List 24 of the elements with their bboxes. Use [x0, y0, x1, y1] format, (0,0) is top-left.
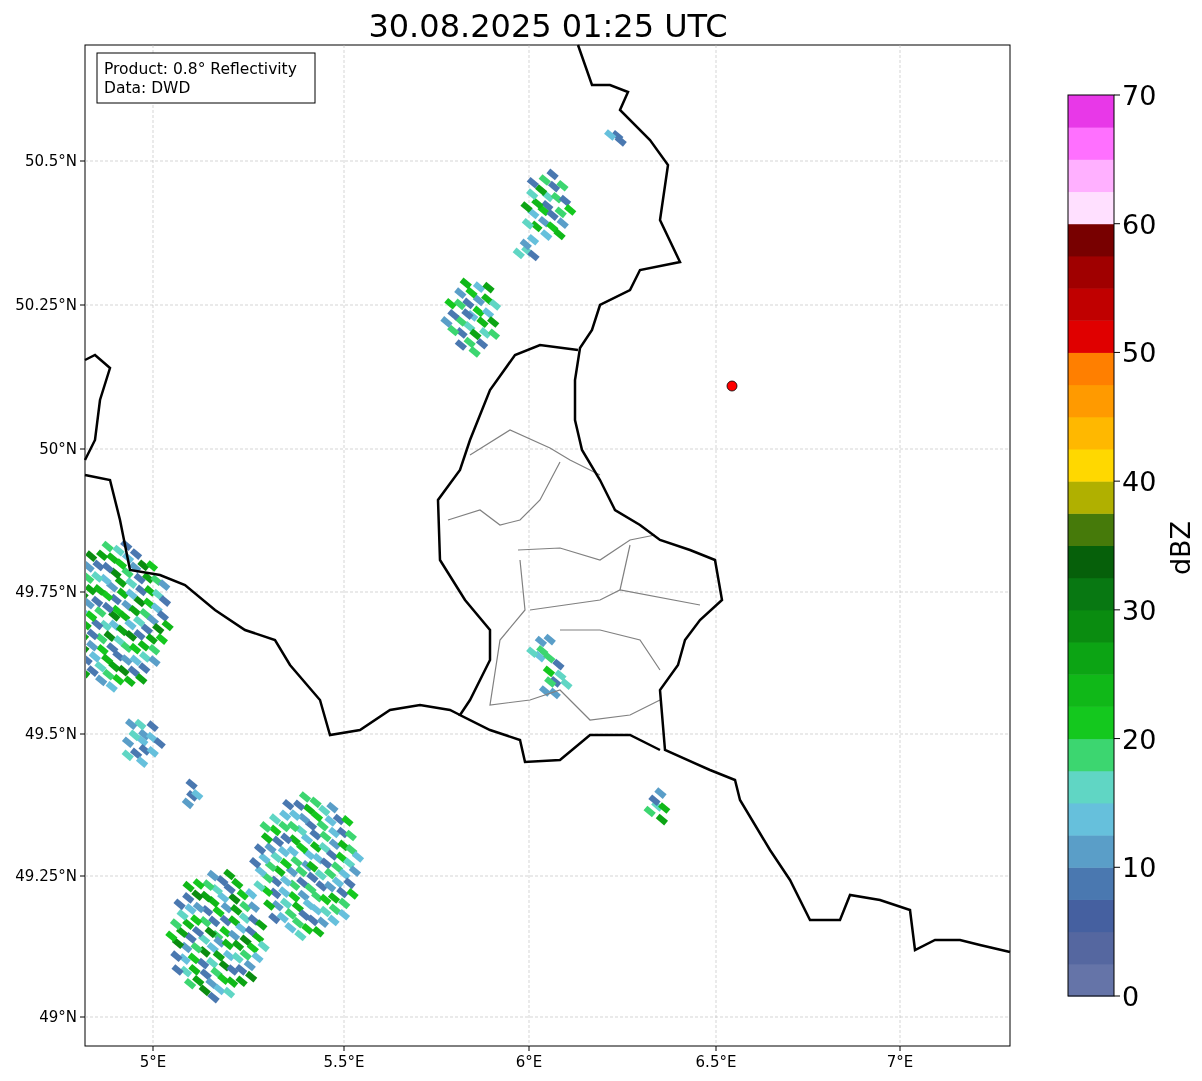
colorbar-tick-label: 50: [1122, 337, 1157, 369]
colorbar-tick-label: 60: [1122, 208, 1157, 240]
longitude-label: 5.5°E: [323, 1053, 365, 1071]
longitude-label: 7°E: [886, 1053, 914, 1071]
colorbar-tick-label: 40: [1122, 466, 1157, 498]
latitude-label: 49.75°N: [15, 583, 77, 601]
colorbar-tick-label: 0: [1122, 981, 1140, 1012]
latitude-label: 49.5°N: [24, 725, 77, 743]
colorbar-tick-label: 30: [1122, 594, 1157, 626]
legend-text: Product: 0.8° Reflectivity: [104, 60, 297, 78]
legend-text: Data: DWD: [104, 79, 191, 97]
colorbar-label: dBZ: [1165, 520, 1196, 576]
colorbar-tick-label: 20: [1122, 723, 1157, 755]
longitude-label: 6.5°E: [695, 1053, 737, 1071]
latitude-label: 49°N: [39, 1008, 77, 1026]
latitude-label: 49.25°N: [15, 867, 77, 885]
longitude-label: 6°E: [515, 1053, 543, 1071]
latitude-label: 50°N: [39, 440, 77, 458]
chart-title: 30.08.2025 01:25 UTC: [368, 7, 728, 45]
latitude-label: 50.5°N: [24, 152, 77, 170]
latitude-label: 50.25°N: [15, 296, 77, 314]
longitude-label: 5°E: [139, 1053, 167, 1071]
colorbar-tick-label: 70: [1122, 80, 1157, 111]
colorbar-tick-label: 10: [1122, 852, 1157, 884]
